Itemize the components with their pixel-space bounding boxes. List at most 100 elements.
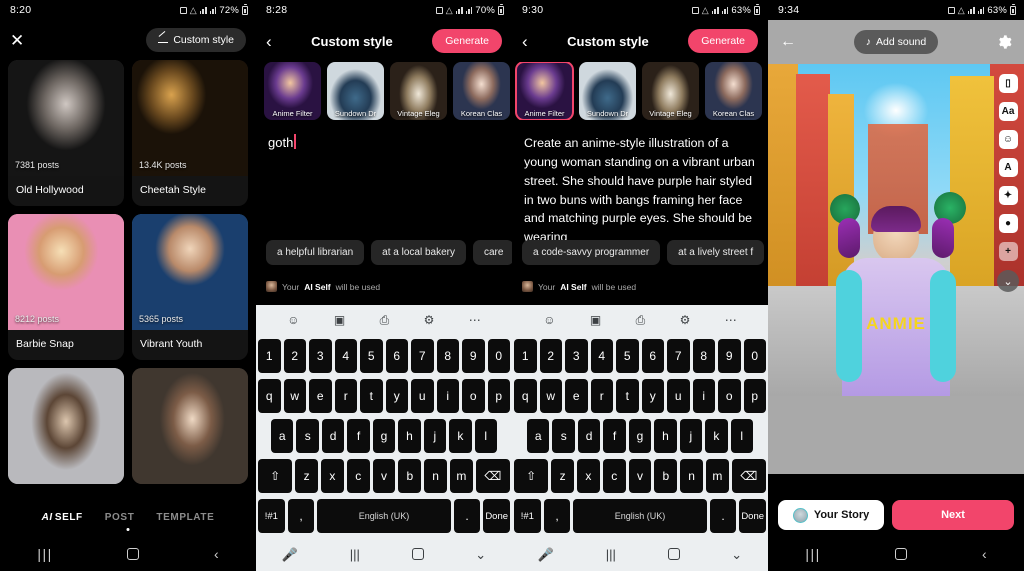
- chevron-down-icon[interactable]: ⌄: [997, 270, 1019, 292]
- key[interactable]: z: [295, 459, 318, 493]
- sticker-icon[interactable]: ☺: [998, 130, 1018, 149]
- key[interactable]: v: [628, 459, 652, 493]
- back-arrow-icon[interactable]: ←: [780, 33, 796, 51]
- key[interactable]: v: [372, 459, 396, 493]
- style-thumb-anime-filter[interactable]: Anime Filter: [515, 62, 574, 120]
- style-card[interactable]: 7381 posts Old Hollywood: [8, 60, 124, 206]
- symbols-key[interactable]: !#1: [514, 499, 541, 533]
- style-thumb-korean[interactable]: Korean Clas: [453, 62, 510, 120]
- recents-icon[interactable]: |||: [37, 547, 52, 561]
- backspace-key[interactable]: ⌫: [731, 459, 766, 493]
- done-key[interactable]: Done: [739, 499, 767, 533]
- key[interactable]: q: [514, 379, 537, 413]
- key[interactable]: y: [385, 379, 408, 413]
- key[interactable]: 4: [334, 339, 357, 373]
- key[interactable]: a: [271, 419, 294, 453]
- key[interactable]: w: [539, 379, 562, 413]
- key[interactable]: c: [346, 459, 370, 493]
- key[interactable]: h: [654, 419, 677, 453]
- key[interactable]: t: [360, 379, 383, 413]
- key[interactable]: 1: [514, 339, 537, 373]
- symbols-key[interactable]: !#1: [258, 499, 285, 533]
- microphone-icon[interactable]: 🎤: [282, 548, 298, 561]
- generate-button[interactable]: Generate: [432, 29, 502, 53]
- style-thumb-anime-filter[interactable]: Anime Filter: [264, 62, 321, 120]
- key[interactable]: 4: [590, 339, 613, 373]
- prompt-input-area[interactable]: goth: [256, 120, 512, 152]
- key[interactable]: x: [577, 459, 600, 493]
- key[interactable]: 0: [743, 339, 766, 373]
- recents-icon[interactable]: |||: [606, 548, 616, 561]
- prompt-input[interactable]: goth: [268, 135, 293, 150]
- space-key[interactable]: English (UK): [317, 499, 451, 533]
- style-thumb-sundown[interactable]: Sundown Dr: [579, 62, 636, 120]
- key[interactable]: m: [705, 459, 729, 493]
- gear-icon[interactable]: [996, 34, 1012, 50]
- text-effect-icon[interactable]: A: [998, 158, 1018, 177]
- your-story-button[interactable]: Your Story: [778, 500, 885, 530]
- clipboard-icon[interactable]: ⎙: [636, 314, 646, 326]
- key[interactable]: a: [527, 419, 550, 453]
- key[interactable]: h: [398, 419, 421, 453]
- key[interactable]: n: [680, 459, 703, 493]
- key[interactable]: n: [424, 459, 447, 493]
- period-key[interactable]: .: [709, 499, 737, 533]
- style-card[interactable]: 5365 posts Vibrant Youth: [132, 214, 248, 360]
- back-icon[interactable]: ‹: [982, 547, 987, 561]
- key[interactable]: z: [551, 459, 574, 493]
- suggestion-chip[interactable]: a code-savvy programmer: [522, 240, 661, 265]
- home-icon[interactable]: [127, 548, 140, 560]
- style-thumb-vintage[interactable]: Vintage Eleg: [642, 62, 699, 120]
- key[interactable]: 9: [718, 339, 741, 373]
- key[interactable]: u: [667, 379, 690, 413]
- shift-key[interactable]: ⇧: [514, 459, 549, 493]
- tab-ai-self[interactable]: AI SELF: [42, 512, 83, 523]
- home-icon[interactable]: [411, 548, 424, 560]
- key[interactable]: 2: [539, 339, 562, 373]
- key[interactable]: r: [590, 379, 613, 413]
- style-thumb-sundown[interactable]: Sundown Dr: [327, 62, 384, 120]
- settings-icon[interactable]: ⚙: [424, 314, 435, 326]
- space-key[interactable]: English (UK): [573, 499, 707, 533]
- prompt-input-area[interactable]: Create an anime-style illustration of a …: [512, 120, 768, 247]
- hide-keyboard-icon[interactable]: ⌄: [731, 548, 742, 561]
- key[interactable]: 7: [667, 339, 690, 373]
- style-thumb-korean[interactable]: Korean Clas: [705, 62, 762, 120]
- key[interactable]: 3: [565, 339, 588, 373]
- hide-keyboard-icon[interactable]: ⌄: [475, 548, 486, 561]
- tab-template[interactable]: TEMPLATE: [156, 512, 214, 523]
- key[interactable]: 5: [616, 339, 639, 373]
- layers-icon[interactable]: ●: [998, 214, 1018, 233]
- key[interactable]: e: [309, 379, 332, 413]
- next-button[interactable]: Next: [892, 500, 1014, 530]
- key[interactable]: g: [372, 419, 396, 453]
- key[interactable]: j: [423, 419, 447, 453]
- style-card[interactable]: 13.4K posts Cheetah Style: [132, 60, 248, 206]
- key[interactable]: 6: [641, 339, 664, 373]
- key[interactable]: k: [449, 419, 472, 453]
- key[interactable]: l: [730, 419, 753, 453]
- key[interactable]: j: [679, 419, 703, 453]
- more-icon[interactable]: ⋯: [725, 314, 737, 326]
- add-icon[interactable]: +: [998, 242, 1018, 261]
- back-icon[interactable]: ‹: [214, 547, 219, 561]
- key[interactable]: 6: [385, 339, 408, 373]
- key[interactable]: g: [628, 419, 652, 453]
- suggestion-chip[interactable]: at a lively street f: [667, 240, 765, 265]
- suggestion-chip[interactable]: at a local bakery: [371, 240, 466, 265]
- key[interactable]: i: [436, 379, 459, 413]
- key[interactable]: k: [705, 419, 728, 453]
- key[interactable]: 3: [309, 339, 332, 373]
- style-thumb-vintage[interactable]: Vintage Eleg: [390, 62, 447, 120]
- done-key[interactable]: Done: [483, 499, 511, 533]
- comma-key[interactable]: ,: [543, 499, 571, 533]
- key[interactable]: w: [283, 379, 306, 413]
- tab-post[interactable]: POST: [105, 512, 135, 523]
- key[interactable]: 2: [283, 339, 306, 373]
- story-preview-image[interactable]: ANMIE ▯ Aa ☺ A ✦ ● + ⌄: [768, 64, 1024, 396]
- generate-button[interactable]: Generate: [688, 29, 758, 53]
- key[interactable]: o: [462, 379, 485, 413]
- home-icon[interactable]: [895, 548, 908, 560]
- gif-sticker-icon[interactable]: ▣: [334, 314, 345, 326]
- add-sound-button[interactable]: ♪ Add sound: [853, 30, 939, 54]
